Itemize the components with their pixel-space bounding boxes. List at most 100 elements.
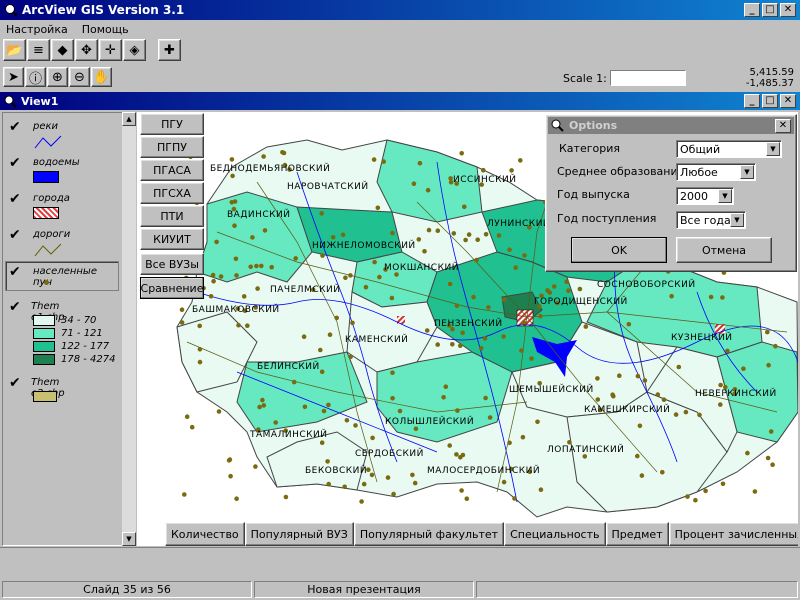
theme1-class-2: 71 - 121 — [33, 328, 103, 339]
pointer-icon[interactable]: ➤ — [3, 67, 24, 87]
toc-scrollbar[interactable]: ▲ ▼ — [122, 112, 136, 546]
window-bottom-strip — [0, 547, 800, 577]
tab-quantity[interactable]: Количество — [165, 522, 245, 546]
tab-specialty[interactable]: Специальность — [504, 522, 606, 546]
tab-popular-faculty[interactable]: Популярный факультет — [353, 522, 505, 546]
zoom-previous-icon[interactable]: ◈ — [123, 39, 146, 61]
legend-label: реки — [33, 121, 59, 132]
map-label: КУЗНЕЦКИЙ — [671, 333, 733, 343]
view-maximize-button[interactable]: □ — [762, 94, 778, 108]
compare-button[interactable]: Сравнение — [140, 277, 204, 299]
view-minimize-button[interactable]: _ — [744, 94, 760, 108]
map-label: КОЛЫШЛЕЙСКИЙ — [385, 417, 475, 427]
tab-percent-enrolled[interactable]: Процент зачисленных — [668, 522, 798, 546]
app-title: ArcView GIS Version 3.1 — [22, 3, 185, 17]
identify-icon[interactable]: ⓘ — [25, 67, 46, 87]
menu-item-settings[interactable]: Настройка — [6, 23, 68, 36]
map-label: ПЕНЗЕНСКИЙ — [434, 319, 503, 329]
options-window-icon — [551, 119, 564, 132]
category-select[interactable]: Общий ▼ — [676, 140, 782, 158]
university-button-pgpu[interactable]: ПГПУ — [140, 136, 204, 158]
graduation-year-label: Год выпуска — [557, 188, 630, 201]
map-label: СОСНОВОБОРСКИЙ — [597, 280, 696, 290]
legend-label: водоемы — [33, 157, 80, 168]
zoom-out-icon[interactable]: ⊖ — [69, 67, 90, 87]
theme1-class-1: 34 - 70 — [33, 315, 96, 326]
map-label: ПАЧЕЛМСКИЙ — [270, 285, 341, 295]
y-coordinate: -1,485.37 — [745, 78, 794, 89]
admission-year-select[interactable]: Все года ▼ — [676, 211, 746, 229]
chevron-down-icon[interactable]: ▼ — [740, 165, 754, 179]
zoom-full-icon[interactable]: ✥ — [75, 39, 98, 61]
map-label: БЕДНОДЕМЬЯНОВСКИЙ — [210, 164, 331, 174]
zoom-in-icon[interactable]: ⊕ — [47, 67, 68, 87]
theme-props-icon[interactable]: ◆ — [51, 39, 74, 61]
education-select[interactable]: Любое ▼ — [676, 163, 756, 181]
zoom-active-icon[interactable]: ✛ — [99, 39, 122, 61]
map-label: КАМЕНСКИЙ — [345, 335, 409, 345]
visible-checkbox-icon[interactable]: ✔ — [9, 119, 21, 135]
map-label: БЕЛИНСКИЙ — [257, 362, 320, 372]
view-close-button[interactable]: ✕ — [780, 94, 796, 108]
map-label: СЕРДОБСКИЙ — [355, 449, 424, 459]
maximize-button[interactable]: □ — [762, 3, 778, 17]
legend-item-settlements[interactable]: ✔ населенные пун — [5, 261, 119, 291]
menu-bar: Настройка Помощь — [0, 20, 800, 38]
visible-checkbox-icon[interactable]: ✔ — [9, 191, 21, 207]
graduation-year-select[interactable]: 2000 ▼ — [676, 187, 734, 205]
tab-popular-university[interactable]: Популярный ВУЗ — [244, 522, 354, 546]
options-title-bar: Options — [548, 117, 794, 134]
legend-label: города — [33, 193, 70, 204]
class-label: 122 - 177 — [61, 341, 110, 352]
chevron-down-icon[interactable]: ▼ — [730, 213, 744, 227]
university-button-kiuit[interactable]: КИУИТ — [140, 228, 204, 250]
visible-checkbox-icon[interactable]: ✔ — [9, 375, 21, 391]
minimize-button[interactable]: _ — [744, 3, 760, 17]
map-label: ИССИНСКИЙ — [453, 175, 517, 185]
map-label: ГОРОДИЩЕНСКИЙ — [534, 297, 628, 307]
water-fill-icon — [33, 171, 59, 183]
map-label: МОКШАНСКИЙ — [384, 263, 459, 273]
map-label: НАРОВЧАТСКИЙ — [287, 182, 369, 192]
scroll-up-icon[interactable]: ▲ — [122, 112, 136, 126]
options-title: Options — [569, 119, 618, 132]
chevron-down-icon[interactable]: ▼ — [718, 189, 732, 203]
class-swatch-icon — [33, 315, 55, 326]
visible-checkbox-icon[interactable]: ✔ — [9, 227, 21, 243]
options-dialog: Options ✕ Категория Общий ▼ Среднее обра… — [545, 114, 797, 272]
add-theme-icon[interactable]: ≡ — [27, 39, 50, 61]
all-universities-button[interactable]: Все ВУЗы — [140, 253, 204, 275]
map-label: БАШМАКОВСКИЙ — [192, 305, 280, 315]
open-project-icon[interactable]: 📂 — [3, 39, 26, 61]
ok-button[interactable]: OK — [571, 237, 667, 263]
visible-checkbox-icon[interactable]: ✔ — [9, 299, 21, 315]
view-title: View1 — [21, 94, 59, 108]
scale-input[interactable] — [609, 70, 686, 86]
menu-item-help[interactable]: Помощь — [82, 23, 129, 36]
tab-subject[interactable]: Предмет — [605, 522, 669, 546]
map-label: ТАМАЛИНСКИЙ — [250, 430, 328, 440]
university-button-pti[interactable]: ПТИ — [140, 205, 204, 227]
visible-checkbox-icon[interactable]: ✔ — [9, 264, 21, 280]
chevron-down-icon[interactable]: ▼ — [766, 142, 780, 156]
arcview-logo-icon — [4, 3, 18, 17]
point-dot-icon — [44, 280, 49, 285]
cancel-button[interactable]: Отмена — [676, 237, 772, 263]
university-button-pgu[interactable]: ПГУ — [140, 113, 204, 135]
options-close-button[interactable]: ✕ — [775, 119, 791, 133]
add-icon[interactable]: ✚ — [158, 39, 181, 61]
app-title-bar: ArcView GIS Version 3.1 — [0, 0, 800, 20]
table-of-contents: ✔ реки ✔ водоемы ✔ города ✔ дороги ✔ нас… — [2, 112, 123, 546]
tool-bar: ➤ ⓘ ⊕ ⊖ ✋ — [3, 67, 112, 89]
graduation-year-value: 2000 — [680, 189, 708, 203]
university-button-pgasa[interactable]: ПГАСА — [140, 159, 204, 181]
scroll-down-icon[interactable]: ▼ — [122, 532, 136, 546]
university-button-pgsha[interactable]: ПГСХА — [140, 182, 204, 204]
view-window-icon — [4, 95, 17, 108]
visible-checkbox-icon[interactable]: ✔ — [9, 155, 21, 171]
map-label: ЛУНИНСКИЙ — [487, 219, 551, 229]
close-button[interactable]: ✕ — [780, 3, 796, 17]
pan-hand-icon[interactable]: ✋ — [91, 67, 112, 87]
x-coordinate: 5,415.59 — [749, 67, 794, 78]
map-label: МАЛОСЕРДОБИНСКИЙ — [427, 466, 541, 476]
